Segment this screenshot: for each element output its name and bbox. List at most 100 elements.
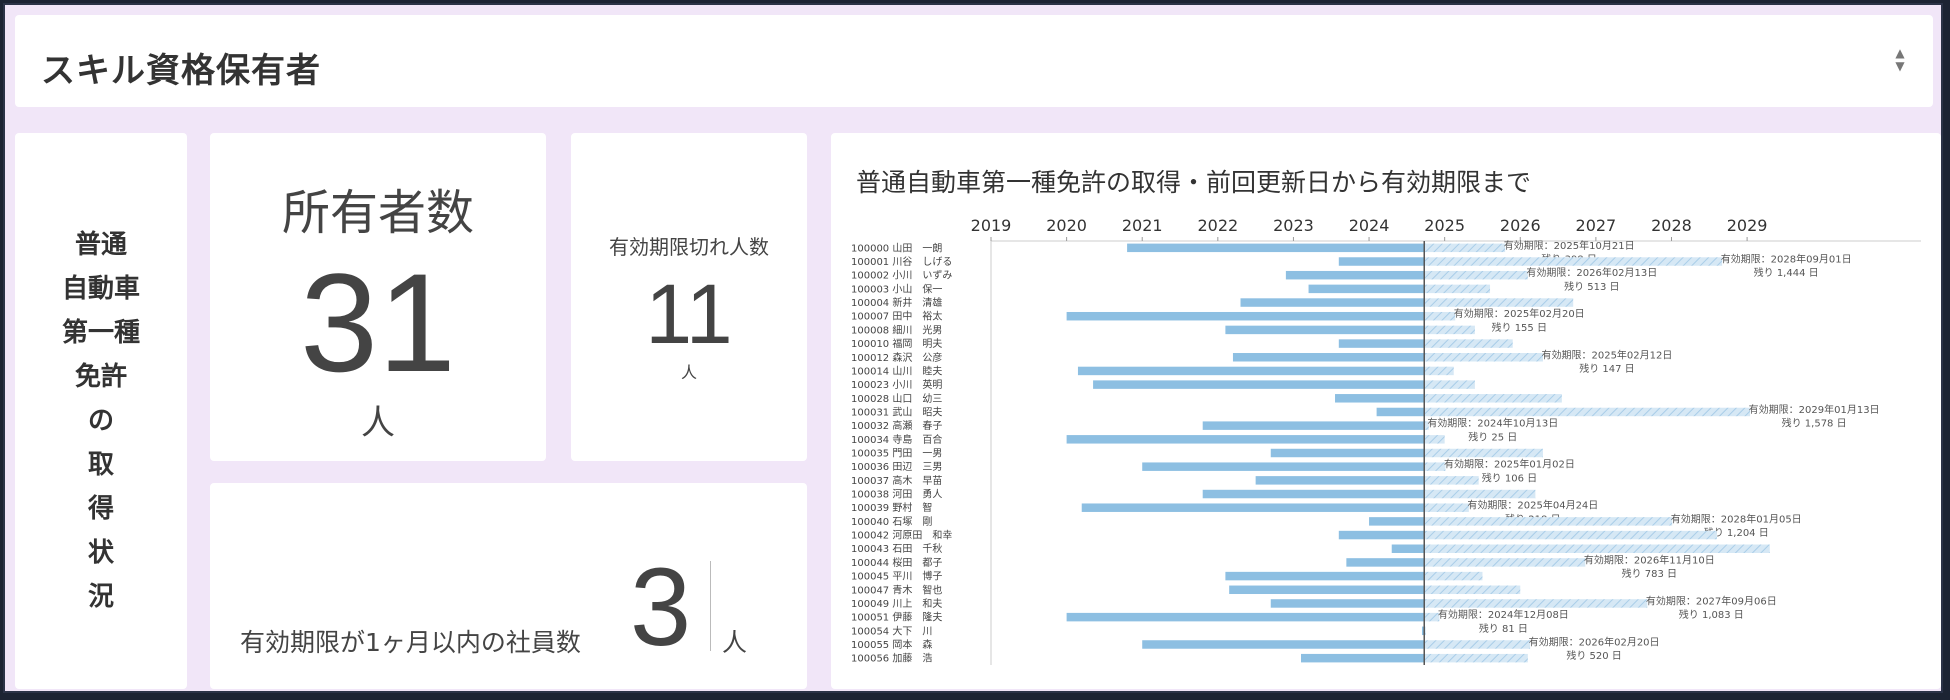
elapsed-bar (1142, 640, 1425, 649)
remaining-bar (1424, 298, 1574, 307)
row-label: 100007 田中 裕太 (851, 310, 942, 323)
remaining-bar (1424, 435, 1445, 444)
expiry-label: 有効期限：2029年01月13日 (1749, 403, 1880, 416)
remaining-bar (1424, 311, 1456, 321)
expiring-soon-card: 有効期限が1ヶ月以内の社員数 3 人 (210, 483, 807, 689)
remaining-bar (1424, 407, 1751, 417)
qualification-label: 普通 自動車 第一種 免許 の 取 得 状 況 (15, 223, 187, 619)
license-timeline-card: 普通自動車第一種免許の取得・前回更新日から有効期限まで 2019 2020 2021… (831, 133, 1941, 689)
x-tick-label: 2023 (1273, 216, 1314, 235)
remaining-bar (1424, 243, 1506, 253)
expired-count-value: 11 (645, 267, 733, 361)
elapsed-bar (1376, 407, 1425, 417)
x-tick-label: 2025 (1424, 216, 1465, 235)
dashboard-frame: スキル資格保有者 ▲ ▼ 普通 自動車 第一種 免許 の 取 得 状 況 所有者数… (3, 3, 1943, 693)
elapsed-bar (1346, 558, 1425, 567)
expiry-label: 有効期限：2025年04月24日 (1467, 499, 1598, 512)
expiry-label: 有効期限：2025年02月12日 (1541, 348, 1672, 361)
expiry-label: 有効期限：2026年02月20日 (1529, 635, 1660, 648)
remaining-bar (1424, 476, 1479, 485)
remaining-bar (1424, 489, 1536, 499)
elapsed-bar (1338, 257, 1425, 266)
expired-count-label: 有効期限切れ人数 (609, 235, 769, 259)
x-tick-label: 2024 (1349, 216, 1390, 235)
remaining-days-label: 残り 106 日 (1482, 471, 1537, 484)
row-label: 100000 山田 一朗 (851, 242, 942, 254)
remaining-bar (1424, 380, 1475, 389)
qualification-label-line: 得 (87, 494, 114, 524)
row-label: 100056 加藤 浩 (851, 653, 932, 665)
expiry-label: 有効期限：2025年02月20日 (1454, 307, 1585, 320)
remaining-days-label: 残り 81 日 (1479, 622, 1528, 635)
expiry-label: 有効期限：2026年02月13日 (1526, 266, 1657, 279)
remaining-bar (1424, 571, 1483, 581)
row-label: 100035 門田 一男 (851, 448, 942, 460)
qualification-label-card: 普通 自動車 第一種 免許 の 取 得 状 況 (15, 133, 187, 689)
remaining-bar (1424, 558, 1586, 567)
elapsed-bar (1202, 421, 1425, 430)
x-tick-label: 2022 (1197, 216, 1238, 235)
elapsed-bar (1093, 380, 1425, 389)
x-tick-label: 2028 (1651, 216, 1692, 235)
row-label: 100001 川谷 しげる (851, 256, 952, 268)
row-label: 100023 小川 英明 (851, 378, 942, 391)
page-title: スキル資格保有者 (41, 51, 321, 91)
remaining-bar (1424, 544, 1770, 553)
remaining-bar (1424, 530, 1717, 540)
elapsed-bar (1369, 517, 1425, 526)
elapsed-bar (1391, 544, 1425, 553)
row-label: 100034 寺島 百合 (851, 433, 942, 446)
qualification-label-line: 取 (87, 450, 114, 480)
qualification-label-line: 普通 (74, 230, 127, 260)
row-label: 100031 武山 昭夫 (851, 405, 942, 418)
remaining-bar (1424, 599, 1648, 608)
expiry-label: 有効期限：2025年10月21日 (1504, 239, 1635, 252)
remaining-bar (1424, 585, 1521, 595)
row-label: 100008 細川 光男 (851, 323, 942, 336)
remaining-bar (1424, 366, 1454, 376)
row-label: 100039 野村 智 (851, 501, 932, 514)
remaining-bar (1424, 394, 1562, 403)
remaining-bar (1424, 448, 1543, 458)
remaining-bar (1424, 257, 1723, 266)
row-label: 100010 福岡 明夫 (851, 337, 942, 350)
remaining-bar (1424, 284, 1491, 294)
elapsed-bar (1066, 311, 1425, 321)
x-tick-label: 2019 (971, 216, 1012, 235)
expiring-soon-value: 3 (630, 546, 692, 669)
remaining-bar (1424, 353, 1543, 362)
row-label: 100051 伊藤 隆夫 (851, 611, 942, 624)
remaining-bar (1424, 462, 1446, 471)
divider (710, 561, 711, 651)
remaining-days-label: 残り 1,578 日 (1782, 417, 1847, 430)
elapsed-bar (1338, 530, 1425, 540)
sort-toggle-icon[interactable]: ▲ ▼ (1893, 47, 1907, 75)
remaining-bar (1424, 325, 1475, 335)
row-label: 100014 山川 睦夫 (851, 364, 942, 377)
row-label: 100002 小川 いずみ (851, 270, 952, 282)
elapsed-bar (1225, 571, 1425, 581)
expiry-label: 有効期限：2027年09月06日 (1646, 594, 1777, 607)
x-tick-label: 2029 (1727, 216, 1768, 235)
row-label: 100036 田辺 三男 (851, 461, 942, 473)
elapsed-bar (1066, 435, 1425, 444)
remaining-days-label: 残り 1,444 日 (1754, 266, 1819, 279)
row-label: 100012 森沢 公彦 (851, 351, 942, 364)
remaining-bar (1424, 640, 1531, 649)
expiring-soon-unit: 人 (722, 628, 748, 657)
row-label: 100047 青木 智也 (851, 583, 942, 596)
x-tick-label: 2021 (1122, 216, 1163, 235)
elapsed-bar (1202, 489, 1425, 499)
row-label: 100037 高木 早苗 (851, 474, 942, 487)
row-label: 100044 桜田 都子 (851, 556, 942, 569)
remaining-days-label: 残り 147 日 (1579, 362, 1634, 375)
elapsed-bar (1285, 270, 1425, 280)
x-tick-label: 2026 (1500, 216, 1541, 235)
owner-count-card: 所有者数 31 人 (210, 133, 546, 461)
elapsed-bar (1229, 585, 1425, 595)
remaining-days-label: 残り 783 日 (1622, 567, 1677, 580)
row-label: 100032 高瀬 春子 (851, 419, 942, 432)
expiry-label: 有効期限：2028年09月01日 (1721, 253, 1852, 266)
qualification-label-line: 第一種 (61, 318, 140, 348)
qualification-label-line: 免許 (74, 362, 127, 392)
